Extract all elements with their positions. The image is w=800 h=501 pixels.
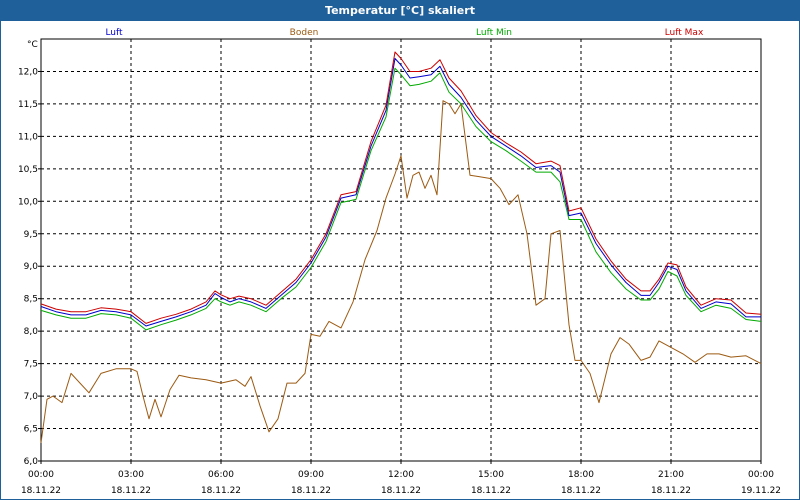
y-axis-unit: °C <box>27 40 38 50</box>
y-tick-label: 11,0 <box>18 132 38 142</box>
y-tick-label: 8,0 <box>24 327 39 337</box>
x-tick-label-time: 00:00 <box>748 470 774 480</box>
y-tick-label: 11,5 <box>18 100 38 110</box>
temperature-chart: 6,0 6,5 7,0 7,5 8,0 8,5 9,0 9,5 10,0 10,5 11,0 11,5… <box>18 28 781 496</box>
x-tick-label-time: 00:00 <box>28 470 54 480</box>
y-tick-label: 9,0 <box>24 262 39 272</box>
x-tick-label-time: 12:00 <box>388 470 414 480</box>
x-tick-label-date: 19.11.22 <box>741 486 781 496</box>
x-tick-label-time: 06:00 <box>208 470 234 480</box>
x-tick-label-time: 09:00 <box>298 470 324 480</box>
x-tick-label-time: 03:00 <box>118 470 144 480</box>
y-tick-label: 10,5 <box>18 165 38 175</box>
legend-entry-luft-min: Luft Min <box>476 28 512 38</box>
y-tick-label: 6,5 <box>24 425 38 435</box>
y-tick-label: 10,0 <box>18 197 38 207</box>
x-tick-label-time: 18:00 <box>568 470 594 480</box>
legend-entry-luft: Luft <box>105 28 123 38</box>
y-tick-label: 8,5 <box>24 295 38 305</box>
y-tick-label: 7,5 <box>24 360 38 370</box>
y-tick-label: 12,0 <box>18 67 38 77</box>
chart-window: Temperatur [°C] skaliert 6,0 6,5 7,0 7,5 8,0… <box>0 0 800 500</box>
x-tick-label-date: 18.11.22 <box>291 486 331 496</box>
x-tick-label-date: 18.11.22 <box>111 486 151 496</box>
x-tick-label-date: 18.11.22 <box>651 486 691 496</box>
x-tick-label-date: 18.11.22 <box>471 486 511 496</box>
legend-entry-boden: Boden <box>290 28 319 38</box>
x-tick-label-date: 18.11.22 <box>561 486 601 496</box>
x-tick-label-time: 15:00 <box>478 470 504 480</box>
legend-entry-luft-max: Luft Max <box>665 28 704 38</box>
x-tick-label-date: 18.11.22 <box>381 486 421 496</box>
x-tick-label-date: 18.11.22 <box>201 486 241 496</box>
x-tick-label-time: 21:00 <box>658 470 684 480</box>
y-tick-label: 7,0 <box>24 392 39 402</box>
x-tick-label-date: 18.11.22 <box>21 486 61 496</box>
y-tick-label: 6,0 <box>24 457 39 467</box>
y-tick-label: 9,5 <box>24 230 38 240</box>
